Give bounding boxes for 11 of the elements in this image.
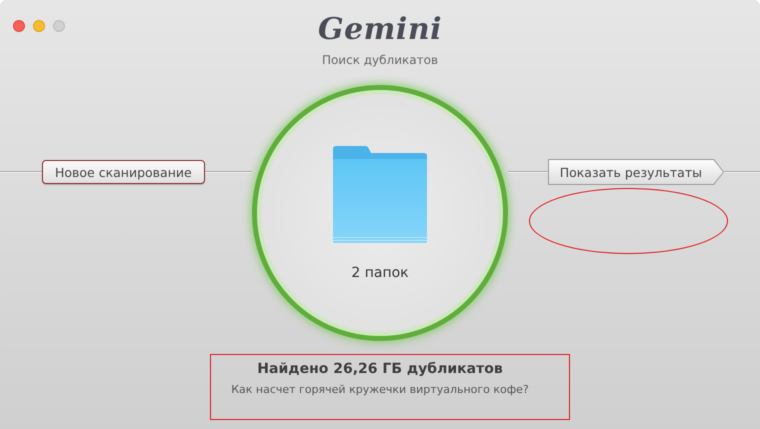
minimize-button[interactable] xyxy=(33,20,45,32)
app-logo: Gemini xyxy=(318,12,442,48)
result-message: Как насчет горячей кружечки виртуального кофе? xyxy=(231,383,529,396)
show-results-button[interactable]: Показать результаты xyxy=(548,159,724,185)
folder-icon xyxy=(331,145,429,245)
result-title: Найдено 26,26 ГБ дубликатов xyxy=(257,361,503,377)
zoom-button[interactable] xyxy=(53,20,65,32)
close-button[interactable] xyxy=(13,20,25,32)
new-scan-button[interactable]: Новое сканирование xyxy=(42,160,205,184)
app-subtitle: Поиск дубликатов xyxy=(322,53,438,68)
folder-count: 2 папок xyxy=(351,265,409,281)
